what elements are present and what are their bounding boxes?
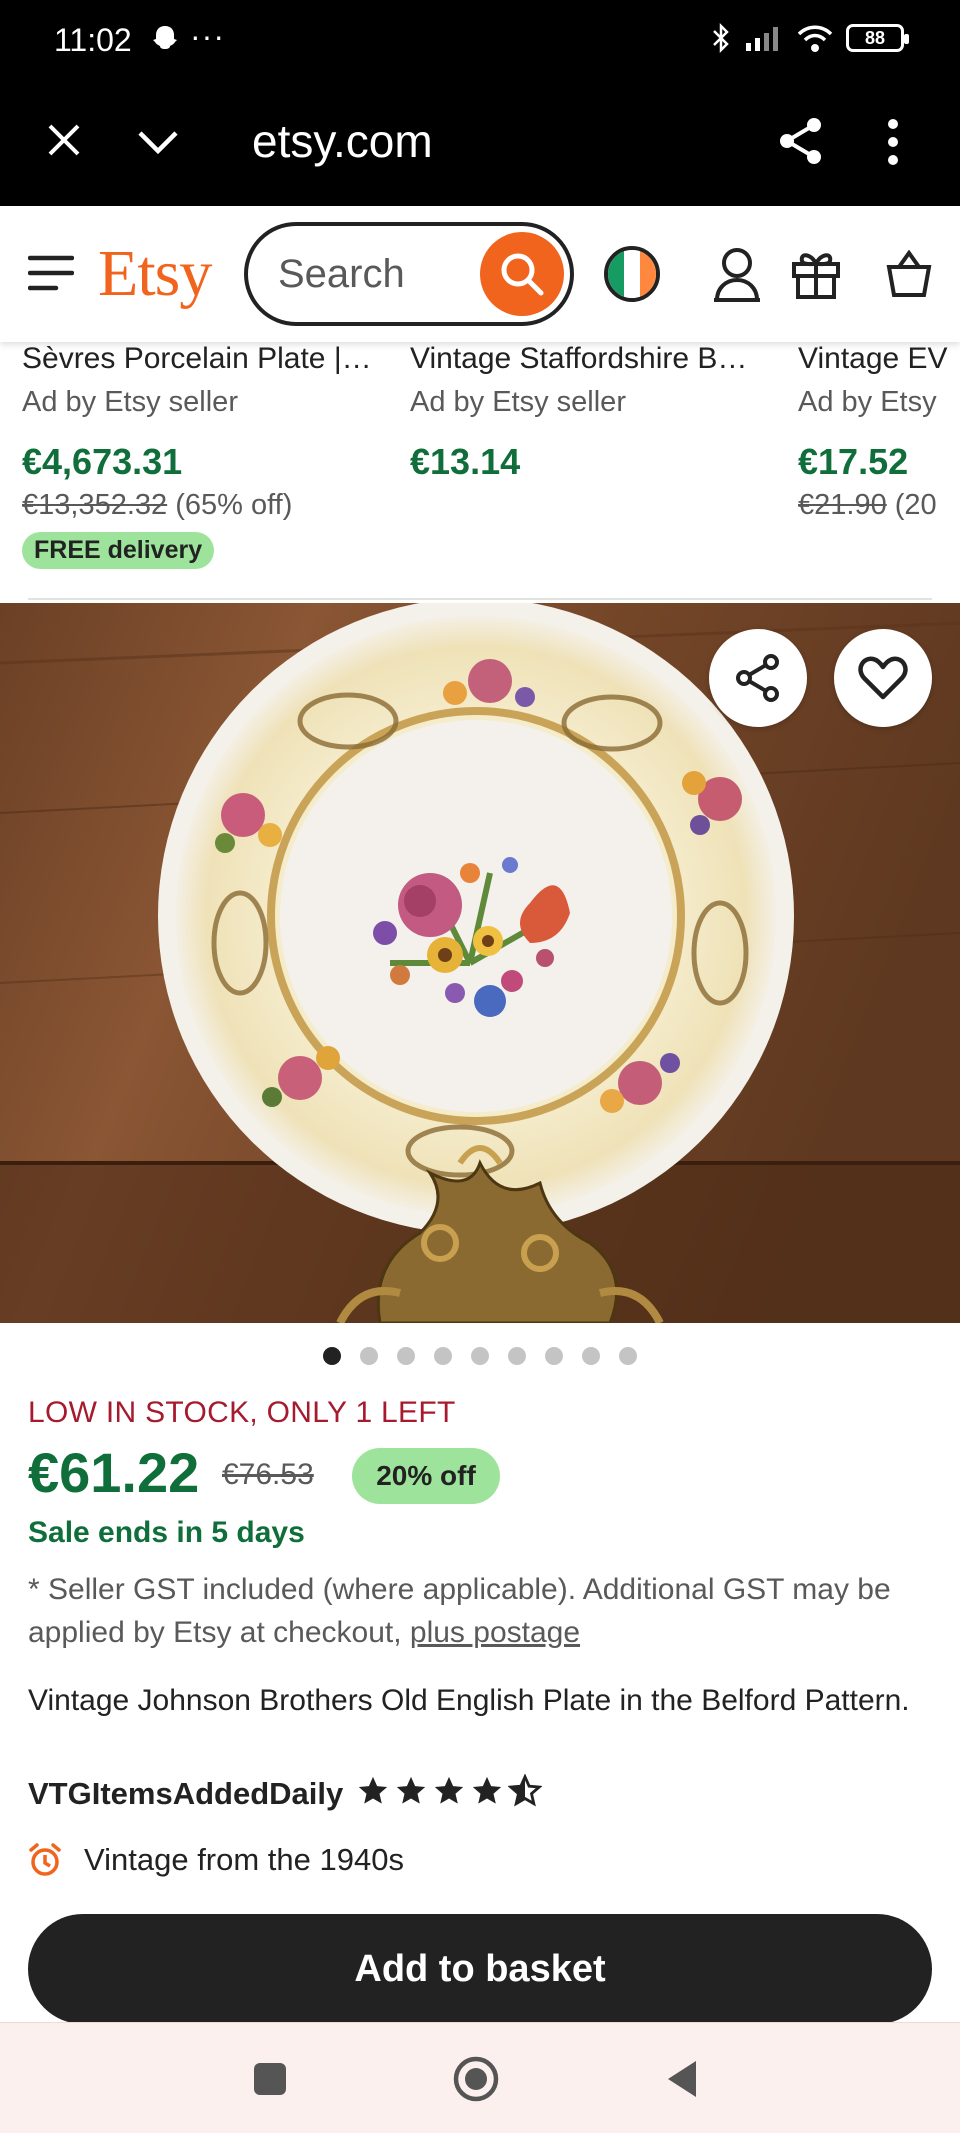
battery-icon: 88	[846, 24, 909, 52]
star-icon	[472, 1776, 502, 1804]
plate-photo	[0, 603, 960, 1323]
stock-warning: LOW IN STOCK, ONLY 1 LEFT	[28, 1396, 456, 1429]
vintage-text: Vintage from the 1940s	[84, 1842, 404, 1877]
share-image-button[interactable]	[709, 629, 807, 727]
more-vert-icon[interactable]	[886, 118, 900, 166]
search-icon	[501, 253, 544, 296]
home-button[interactable]	[452, 2055, 500, 2103]
system-nav-bar	[0, 2022, 960, 2133]
pager-dot[interactable]	[508, 1347, 526, 1365]
listing-old-price-row: €13,352.32 (65% off)	[22, 489, 402, 522]
listing-card[interactable]: Vintage Staffordshire B… Ad by Etsy sell…	[410, 342, 790, 483]
postage-link[interactable]: plus postage	[410, 1616, 580, 1649]
signal-icon	[746, 27, 778, 51]
listing-old-price-row: €21.90 (20	[798, 489, 960, 522]
half-star-icon	[508, 1774, 542, 1807]
listing-title: Vintage Staffordshire B…	[410, 342, 748, 375]
url-text[interactable]: etsy.com	[252, 114, 433, 168]
status-icons: 88	[710, 22, 909, 54]
rating-stars[interactable]	[356, 1774, 542, 1808]
pager-dot[interactable]	[323, 1347, 341, 1365]
favorite-button[interactable]	[834, 629, 932, 727]
battery-level: 88	[864, 27, 886, 48]
chevron-down-icon[interactable]	[136, 128, 180, 156]
product-old-price: €76.53	[222, 1458, 314, 1491]
recents-button[interactable]	[254, 2063, 286, 2095]
listing-discount: (65% off)	[175, 489, 293, 521]
status-bar: 11:02 ··· 88	[0, 0, 960, 84]
site-header: Etsy Search	[0, 206, 960, 342]
listing-price: €17.52	[798, 441, 909, 482]
share-icon	[736, 654, 779, 702]
divider	[28, 598, 932, 600]
basket-icon[interactable]	[886, 250, 932, 298]
account-icon[interactable]	[712, 246, 762, 302]
listing-card[interactable]: Vintage EV Ad by Etsy €17.52 €21.90 (20	[798, 342, 960, 522]
listing-ad-label: Ad by Etsy seller	[22, 386, 238, 418]
share-icon[interactable]	[778, 116, 824, 166]
ireland-flag-icon[interactable]	[604, 246, 660, 302]
pager-dot[interactable]	[360, 1347, 378, 1365]
alarm-clock-icon	[29, 1843, 61, 1876]
search-button[interactable]	[480, 232, 564, 316]
snapchat-icon	[153, 26, 177, 49]
pager-dot[interactable]	[397, 1347, 415, 1365]
pager-dot[interactable]	[582, 1347, 600, 1365]
star-icon	[434, 1776, 464, 1804]
listing-old-price: €13,352.32	[22, 489, 168, 521]
gst-note: * Seller GST included (where applicable)…	[28, 1568, 948, 1654]
wifi-icon	[797, 25, 833, 52]
close-icon[interactable]	[46, 122, 82, 158]
image-pager[interactable]	[0, 1347, 960, 1371]
pager-dot[interactable]	[545, 1347, 563, 1365]
product-title: Vintage Johnson Brothers Old English Pla…	[28, 1684, 910, 1717]
listing-ad-label: Ad by Etsy	[798, 386, 937, 418]
search-input[interactable]: Search	[244, 222, 574, 326]
bluetooth-icon	[713, 22, 729, 54]
listing-ad-label: Ad by Etsy seller	[410, 386, 626, 418]
etsy-logo[interactable]: Etsy	[98, 236, 212, 312]
add-to-basket-button[interactable]: Add to basket	[28, 1914, 932, 2024]
heart-icon	[858, 656, 908, 700]
browser-toolbar: etsy.com	[0, 84, 960, 206]
listing-title: Vintage EV	[798, 342, 948, 375]
sale-ends-text: Sale ends in 5 days	[28, 1516, 305, 1549]
listing-card[interactable]: Sèvres Porcelain Plate |… Ad by Etsy sel…	[22, 342, 402, 569]
menu-icon[interactable]	[28, 254, 74, 292]
product-price: €61.22	[28, 1441, 200, 1504]
listing-title: Sèvres Porcelain Plate |…	[22, 342, 372, 375]
gift-icon[interactable]	[790, 248, 842, 300]
vintage-info: Vintage from the 1940s	[28, 1842, 404, 1878]
status-more: ···	[190, 18, 225, 54]
back-button[interactable]	[664, 2059, 700, 2099]
product-image[interactable]	[0, 603, 960, 1323]
pager-dot[interactable]	[434, 1347, 452, 1365]
listing-price: €13.14	[410, 441, 521, 482]
search-placeholder: Search	[278, 252, 405, 296]
listing-old-price: €21.90	[798, 489, 887, 521]
star-icon	[396, 1776, 426, 1804]
discount-badge: 20% off	[352, 1448, 500, 1504]
listing-discount: (20	[894, 489, 937, 521]
pager-dot[interactable]	[619, 1347, 637, 1365]
pager-dot[interactable]	[471, 1347, 489, 1365]
listing-price: €4,673.31	[22, 441, 183, 482]
star-icon	[358, 1776, 388, 1804]
shop-name-link[interactable]: VTGItemsAddedDaily	[28, 1776, 343, 1812]
status-time: 11:02	[54, 22, 132, 58]
free-delivery-badge: FREE delivery	[22, 532, 215, 569]
